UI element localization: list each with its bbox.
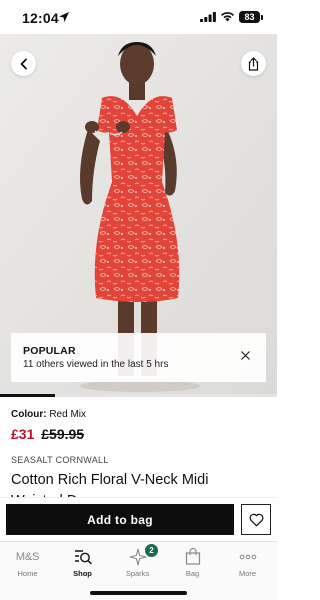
bag-icon (185, 548, 200, 565)
tab-label-bag: Bag (185, 569, 200, 578)
heart-icon (249, 513, 263, 526)
tab-bag[interactable]: Bag (165, 546, 220, 582)
chevron-left-icon (20, 58, 27, 69)
action-bar: Add to bag (0, 497, 277, 541)
brand-name: SEASALT CORNWALL (11, 455, 109, 465)
sale-price: £31 (11, 426, 35, 442)
colour-label: Colour: (11, 409, 47, 420)
share-button[interactable] (241, 51, 266, 76)
status-time: 12:04 (22, 10, 59, 26)
home-logo-text: M&S (15, 550, 40, 563)
colour-value: Red Mix (49, 409, 87, 420)
price-row: £31 £59.95 (11, 426, 84, 442)
back-button[interactable] (11, 51, 36, 76)
tab-label-sparks: Sparks (125, 569, 150, 578)
original-price: £59.95 (41, 426, 85, 442)
cellular-signal-icon (200, 12, 216, 22)
tab-label-more: More (238, 569, 257, 578)
popular-title: POPULAR (23, 345, 76, 357)
tab-icon-shop (72, 546, 93, 567)
battery-tip (261, 14, 263, 20)
status-bar: 12:04 83 (0, 0, 277, 34)
tab-more[interactable]: More (220, 546, 275, 582)
share-icon (248, 56, 259, 71)
search-list-icon (74, 549, 92, 564)
tab-label-shop: Shop (73, 569, 92, 578)
colour-line: Colour: Red Mix (11, 409, 86, 420)
add-to-bag-button[interactable]: Add to bag (6, 504, 234, 535)
more-icon (239, 554, 256, 559)
close-icon[interactable] (240, 350, 251, 361)
popular-subtitle: 11 others viewed in the last 5 hrs (23, 359, 169, 370)
tab-icon-bag (182, 546, 203, 567)
tab-label-home: Home (17, 569, 38, 578)
product-title: Cotton Rich Floral V-Neck Midi Waisted D… (11, 472, 209, 498)
sparks-icon (128, 547, 147, 566)
wifi-icon (221, 12, 234, 22)
tab-sparks[interactable]: 2 Sparks (110, 544, 165, 582)
ms-logo: M&S (15, 546, 40, 567)
home-indicator (90, 591, 187, 595)
tab-shop[interactable]: Shop (55, 546, 110, 582)
battery-indicator: 83 (239, 11, 260, 23)
location-arrow-icon (59, 12, 69, 22)
tab-icon-more (237, 546, 258, 567)
tab-home[interactable]: M&S Home (0, 546, 55, 582)
sparks-badge: 2 (145, 544, 158, 557)
popular-notice: POPULAR 11 others viewed in the last 5 h… (11, 333, 266, 382)
wishlist-button[interactable] (241, 504, 271, 535)
gallery-progress-bar (0, 394, 277, 397)
product-image-gallery[interactable]: POPULAR 11 others viewed in the last 5 h… (0, 34, 277, 394)
gallery-progress-fill (0, 394, 56, 397)
